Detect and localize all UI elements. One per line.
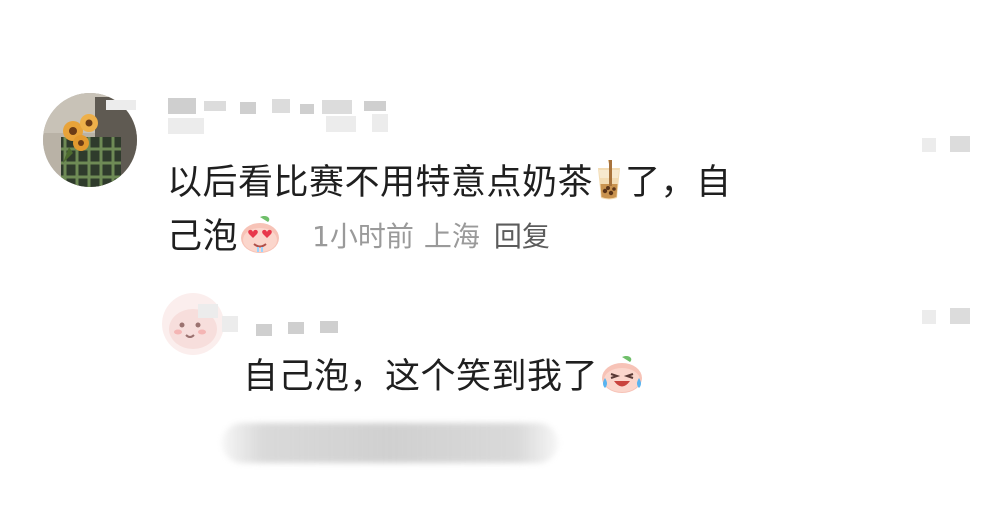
comment-thread: 以后看比赛不用特意点奶茶 了，自 己泡 1小时前 上海 回复 自己泡，这个笑到我… <box>0 0 1008 523</box>
comment-time: 1小时前 <box>312 220 414 253</box>
comment-text: 以后看比赛不用特意点奶茶 了，自 <box>167 160 732 205</box>
more-icon[interactable] <box>922 138 936 152</box>
reply-button[interactable]: 回复 <box>494 220 550 253</box>
reply-avatar[interactable] <box>162 293 224 355</box>
comment-meta: 1小时前 上海 回复 <box>312 220 550 254</box>
comment-line1: 以后看比赛不用特意点奶茶 <box>167 163 594 203</box>
reply-like-icon[interactable] <box>950 308 970 324</box>
comment-location: 上海 <box>423 220 480 253</box>
comment-line1-tail: 了，自 <box>625 163 732 203</box>
reply-more-icon[interactable] <box>922 310 936 324</box>
laugh-cry-peach-icon <box>599 354 645 394</box>
heart-eyes-peach-icon <box>239 214 281 254</box>
comment-text-line2: 己泡 <box>167 214 282 259</box>
reply-text: 自己泡，这个笑到我了 <box>243 354 646 399</box>
bubble-tea-icon <box>594 160 624 200</box>
redacted-meta <box>222 423 558 463</box>
like-icon[interactable] <box>950 136 970 152</box>
